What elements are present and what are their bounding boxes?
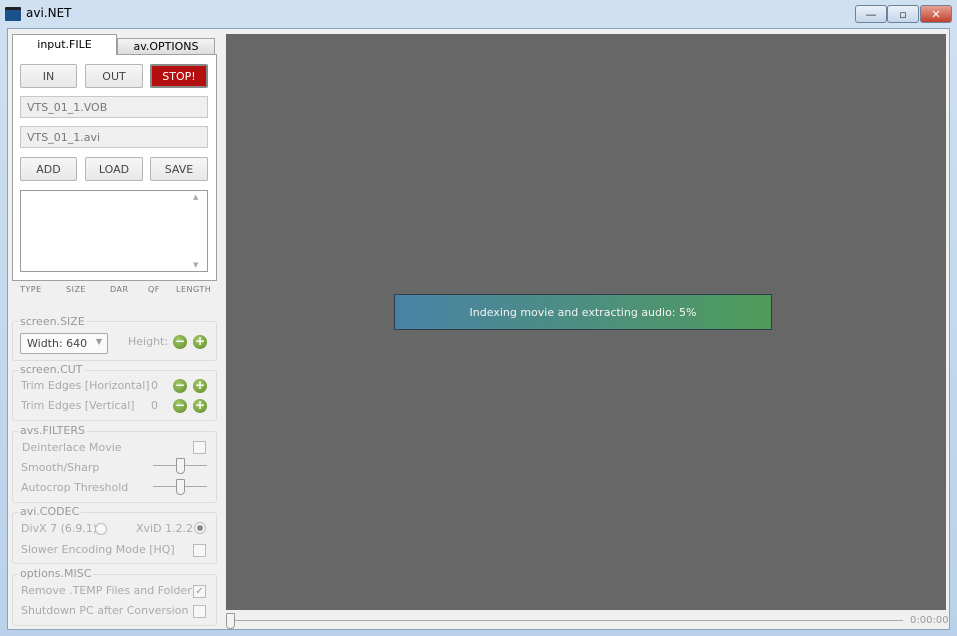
in-button[interactable]: IN — [20, 64, 77, 88]
codec-group — [12, 512, 217, 564]
trim-horizontal-value: 0 — [151, 379, 158, 392]
out-button[interactable]: OUT — [85, 64, 143, 88]
smooth-sharp-label: Smooth/Sharp — [21, 461, 100, 474]
chevron-down-icon: ▼ — [95, 337, 102, 346]
remove-temp-label: Remove .TEMP Files and Folder — [21, 584, 192, 597]
misc-group — [12, 574, 217, 626]
trim-horizontal-plus-icon[interactable]: + — [193, 379, 207, 393]
app-icon — [5, 7, 21, 21]
file-list[interactable]: ▲ ▼ — [20, 190, 208, 272]
trim-vertical-value: 0 — [151, 399, 158, 412]
column-type: TYPE — [20, 285, 42, 294]
screen-cut-group — [12, 370, 217, 421]
seek-thumb[interactable] — [226, 613, 235, 629]
divx-label: DivX 7 (6.9.1) — [21, 522, 98, 535]
column-dar: DAR — [110, 285, 129, 294]
stop-button[interactable]: STOP! — [150, 64, 208, 88]
filters-title: avs.FILTERS — [18, 424, 87, 437]
window-title: avi.NET — [26, 6, 72, 20]
trim-vertical-label: Trim Edges [Vertical] — [21, 399, 135, 412]
trim-horizontal-label: Trim Edges [Horizontal] — [21, 379, 150, 392]
autocrop-label: Autocrop Threshold — [21, 481, 129, 494]
progress-text: Indexing movie and extracting audio: 5% — [469, 305, 697, 319]
save-button[interactable]: SAVE — [150, 157, 208, 181]
height-label: Height: — [128, 335, 169, 348]
load-button[interactable]: LOAD — [85, 157, 143, 181]
xvid-label: XviD 1.2.2 — [136, 522, 194, 535]
column-size: SIZE — [66, 285, 86, 294]
column-qf: QF — [148, 285, 160, 294]
width-select-value: Width: 640 — [27, 337, 88, 350]
trim-vertical-plus-icon[interactable]: + — [193, 399, 207, 413]
slower-encoding-label: Slower Encoding Mode [HQ] — [21, 543, 175, 556]
seek-slider[interactable] — [230, 620, 903, 621]
screen-cut-title: screen.CUT — [18, 363, 85, 376]
time-display: 0:00:00 — [910, 615, 949, 626]
misc-title: options.MISC — [18, 567, 94, 580]
divx-radio[interactable] — [95, 523, 107, 535]
scroll-up-icon[interactable]: ▲ — [193, 193, 205, 201]
slower-encoding-checkbox[interactable] — [193, 544, 206, 557]
deinterlace-checkbox[interactable] — [193, 441, 206, 454]
scrollbar[interactable]: ▲ ▼ — [193, 193, 205, 269]
output-file-field[interactable]: VTS_01_1.avi — [20, 126, 208, 148]
smooth-sharp-thumb[interactable] — [176, 458, 185, 474]
width-select[interactable]: Width: 640 ▼ — [20, 333, 108, 354]
input-file-field[interactable]: VTS_01_1.VOB — [20, 96, 208, 118]
codec-title: avi.CODEC — [18, 505, 82, 518]
deinterlace-label: Deinterlace Movie — [22, 441, 122, 454]
tab-input-file[interactable]: input.FILE — [12, 34, 117, 55]
column-length: LENGTH — [176, 285, 212, 294]
scroll-down-icon[interactable]: ▼ — [193, 261, 198, 269]
maximize-button[interactable]: ▫ — [887, 5, 919, 23]
minimize-button[interactable]: — — [855, 5, 887, 23]
trim-vertical-minus-icon[interactable]: − — [173, 399, 187, 413]
height-minus-icon[interactable]: − — [173, 335, 187, 349]
tab-av-options[interactable]: av.OPTIONS — [117, 38, 215, 54]
screen-size-title: screen.SIZE — [18, 315, 87, 328]
shutdown-checkbox[interactable] — [193, 605, 206, 618]
height-plus-icon[interactable]: + — [193, 335, 207, 349]
xvid-radio[interactable] — [194, 522, 206, 534]
autocrop-thumb[interactable] — [176, 479, 185, 495]
close-button[interactable]: ✕ — [920, 5, 952, 23]
progress-bar: Indexing movie and extracting audio: 5% — [394, 294, 772, 330]
add-button[interactable]: ADD — [20, 157, 77, 181]
remove-temp-checkbox[interactable]: ✓ — [193, 585, 206, 598]
shutdown-label: Shutdown PC after Conversion — [21, 604, 189, 617]
trim-horizontal-minus-icon[interactable]: − — [173, 379, 187, 393]
